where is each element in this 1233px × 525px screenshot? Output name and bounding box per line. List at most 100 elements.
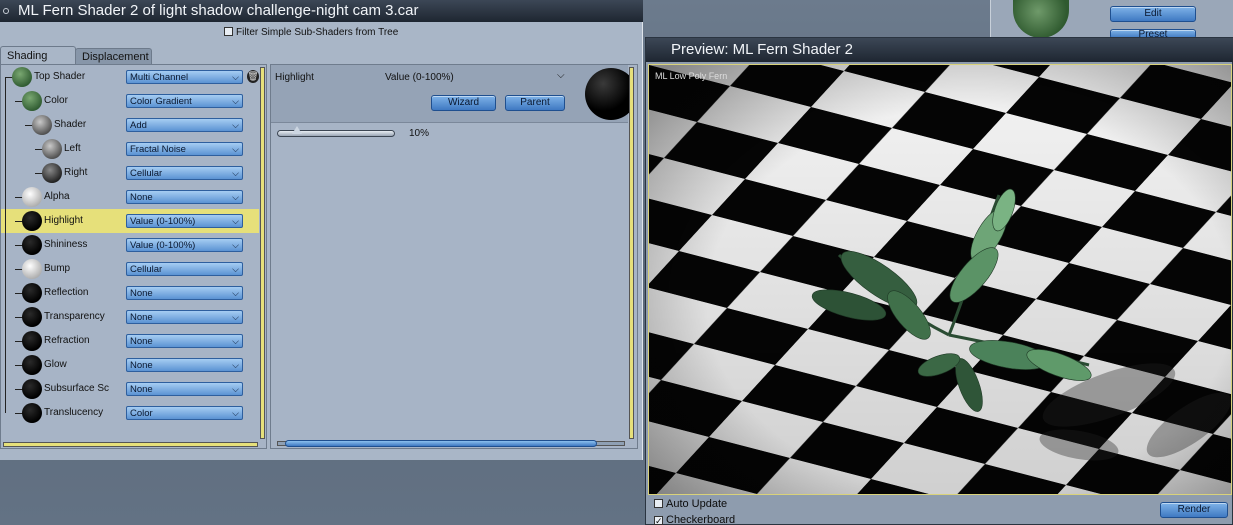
dropdown-value: None <box>130 384 153 395</box>
tree-row-label: Left <box>64 143 81 154</box>
parameter-type[interactable]: Value (0-100%) <box>385 72 454 83</box>
shader-ball-icon <box>32 115 52 135</box>
parameter-scroll-thumb[interactable] <box>285 440 597 447</box>
filter-label: Filter Simple Sub-Shaders from Tree <box>236 27 399 38</box>
tree-row-color[interactable]: Color Color Gradient ⌵ <box>1 89 259 113</box>
auto-update-checkbox[interactable] <box>654 499 663 508</box>
dropdown-value: Cellular <box>130 168 163 179</box>
tab-displacement[interactable]: Displacement <box>75 48 152 64</box>
chevron-down-icon: ⌵ <box>232 192 239 202</box>
dropdown-value: Color <box>130 408 153 419</box>
shader-ball-icon <box>22 355 42 375</box>
filter-checkbox[interactable] <box>224 27 233 36</box>
wizard-button[interactable]: Wizard <box>431 95 496 111</box>
dropdown-value: None <box>130 312 153 323</box>
shader-type-dropdown[interactable]: None ⌵ <box>126 286 243 300</box>
tree-vertical-scrollbar[interactable] <box>260 67 265 439</box>
tree-row-label: Reflection <box>44 287 89 298</box>
shader-type-dropdown[interactable]: Color ⌵ <box>126 406 243 420</box>
tree-row-alpha[interactable]: Alpha None ⌵ <box>1 185 259 209</box>
dropdown-value: None <box>130 336 153 347</box>
shader-ball-icon <box>22 211 42 231</box>
shader-type-dropdown[interactable]: Cellular ⌵ <box>126 262 243 276</box>
shader-type-dropdown[interactable]: Add ⌵ <box>126 118 243 132</box>
shader-type-dropdown[interactable]: None ⌵ <box>126 334 243 348</box>
chevron-down-icon: ⌵ <box>232 288 239 298</box>
tree-row-label: Subsurface Sc <box>44 383 110 394</box>
chevron-down-icon: ⌵ <box>232 72 239 82</box>
shader-tree-window: ML Fern Shader 2 of light shadow challen… <box>0 0 643 460</box>
tree-row-right[interactable]: Right Cellular ⌵ <box>1 161 259 185</box>
tree-row-highlight[interactable]: Highlight Value (0-100%) ⌵ <box>1 209 259 233</box>
chevron-down-icon[interactable]: ⌵ <box>557 70 565 81</box>
preview-render: ML Low Poly Fern <box>648 64 1232 495</box>
shader-type-dropdown[interactable]: Color Gradient ⌵ <box>126 94 243 108</box>
tree-row-reflection[interactable]: Reflection None ⌵ <box>1 281 259 305</box>
preview-title: Preview: ML Fern Shader 2 <box>671 41 854 58</box>
close-icon[interactable] <box>3 8 9 14</box>
slider-value: 10% <box>409 128 430 139</box>
auto-update-row[interactable]: Auto Update <box>654 498 727 510</box>
dropdown-value: Cellular <box>130 264 163 275</box>
shader-type-dropdown[interactable]: None ⌵ <box>126 310 243 324</box>
chevron-down-icon: ⌵ <box>232 312 239 322</box>
checkerboard-checkbox[interactable]: ✓ <box>654 516 663 525</box>
chevron-down-icon: ⌵ <box>232 96 239 106</box>
slider-thumb[interactable] <box>292 126 302 134</box>
shader-type-dropdown[interactable]: Value (0-100%) ⌵ <box>126 214 243 228</box>
tree-row-top-shader[interactable]: Top Shader Multi Channel ⌵ <box>1 65 259 89</box>
checkerboard-row[interactable]: ✓ Checkerboard <box>654 514 735 525</box>
tree-row-label: Shader <box>54 119 87 130</box>
shader-ball-icon <box>42 163 62 183</box>
tree-row-refraction[interactable]: Refraction None ⌵ <box>1 329 259 353</box>
parameter-preview-ball <box>585 68 629 120</box>
chevron-down-icon: ⌵ <box>232 240 239 250</box>
tree-row-glow[interactable]: Glow None ⌵ <box>1 353 259 377</box>
dropdown-value: Add <box>130 120 147 131</box>
tree-horizontal-scrollbar[interactable] <box>3 442 258 447</box>
shader-ball-icon <box>22 187 42 207</box>
window-titlebar[interactable]: ML Fern Shader 2 of light shadow challen… <box>0 0 643 22</box>
tree-row-shininess[interactable]: Shininess Value (0-100%) ⌵ <box>1 233 259 257</box>
tree-row-left[interactable]: Left Fractal Noise ⌵ <box>1 137 259 161</box>
filter-row[interactable]: Filter Simple Sub-Shaders from Tree <box>224 27 398 38</box>
edit-button[interactable]: Edit <box>1110 6 1196 22</box>
dropdown-value: Multi Channel <box>130 72 189 83</box>
parameter-name: Highlight <box>275 72 314 83</box>
render-image: ML Low Poly Fern <box>649 65 1231 494</box>
render-button[interactable]: Render <box>1160 502 1228 518</box>
parameter-vertical-scrollbar[interactable] <box>629 67 634 439</box>
tree-row-shader[interactable]: Shader Add ⌵ <box>1 113 259 137</box>
tree-row-label: Shininess <box>44 239 88 250</box>
tab-shading[interactable]: Shading <box>0 46 76 64</box>
tree-row-label: Bump <box>44 263 71 274</box>
tree-row-label: Glow <box>44 359 67 370</box>
tree-row-label: Translucency <box>44 407 104 418</box>
shader-type-dropdown[interactable]: None ⌵ <box>126 190 243 204</box>
shader-type-dropdown[interactable]: Value (0-100%) ⌵ <box>126 238 243 252</box>
tree-row-transparency[interactable]: Transparency None ⌵ <box>1 305 259 329</box>
shader-ball-icon <box>22 283 42 303</box>
shader-type-dropdown[interactable]: Fractal Noise ⌵ <box>126 142 243 156</box>
dropdown-value: None <box>130 288 153 299</box>
preview-titlebar[interactable]: Preview: ML Fern Shader 2 <box>646 38 1233 62</box>
tree-row-translucency[interactable]: Translucency Color ⌵ <box>1 401 259 425</box>
shader-type-dropdown[interactable]: Cellular ⌵ <box>126 166 243 180</box>
tree-row-subsurface-sc[interactable]: Subsurface Sc None ⌵ <box>1 377 259 401</box>
highlight-slider[interactable] <box>277 126 395 137</box>
tree-row-bump[interactable]: Bump Cellular ⌵ <box>1 257 259 281</box>
shader-type-dropdown[interactable]: Multi Channel ⌵ <box>126 70 243 84</box>
parent-button[interactable]: Parent <box>505 95 565 111</box>
chevron-down-icon: ⌵ <box>232 120 239 130</box>
shader-ball-icon <box>22 235 42 255</box>
dropdown-value: None <box>130 360 153 371</box>
shader-ball-icon <box>22 307 42 327</box>
parameter-pane: Highlight Value (0-100%) ⌵ Wizard Parent… <box>270 64 638 449</box>
shader-type-dropdown[interactable]: None ⌵ <box>126 382 243 396</box>
shader-ball-icon <box>12 67 32 87</box>
tree-row-label: Right <box>64 167 88 178</box>
trash-icon[interactable]: 🗑 <box>247 70 259 83</box>
chevron-down-icon: ⌵ <box>232 360 239 370</box>
shader-type-dropdown[interactable]: None ⌵ <box>126 358 243 372</box>
checkerboard-label: Checkerboard <box>666 514 736 525</box>
